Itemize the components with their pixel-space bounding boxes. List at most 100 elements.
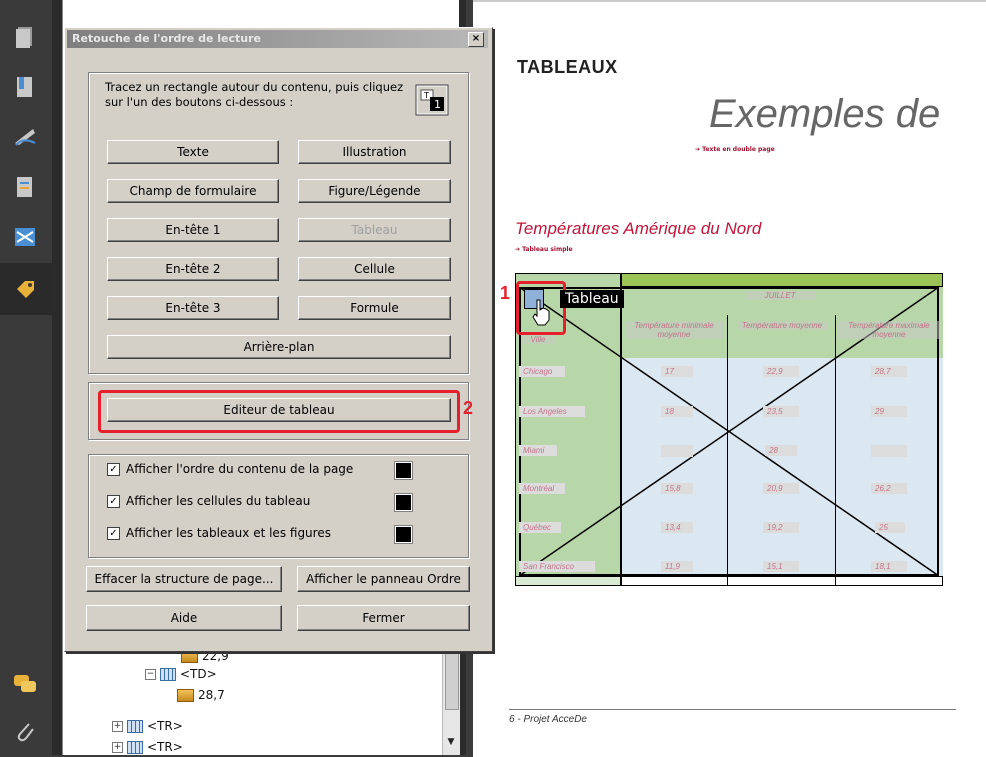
footer-cell (515, 576, 621, 586)
content-icon[interactable] (12, 174, 38, 200)
tree-item[interactable]: − <TD> (145, 665, 217, 683)
order-icon[interactable] (12, 224, 38, 250)
temperature-table[interactable]: JUILLET Température minimale moyenne Tem… (515, 273, 943, 586)
instructions-text: Tracez un rectangle autour du contenu, p… (105, 80, 404, 109)
tags-icon[interactable] (12, 276, 38, 302)
tooltip: Tableau (560, 290, 624, 308)
table-cell-icon (160, 667, 176, 681)
attachment-clip-icon[interactable] (12, 718, 38, 744)
content-order-color-swatch[interactable] (394, 461, 413, 480)
cell-value: 29 (871, 406, 907, 417)
row-city: Miami (519, 445, 557, 456)
scrollbar-thumb[interactable] (445, 648, 459, 710)
cell-value (661, 445, 693, 457)
expand-icon[interactable]: + (112, 741, 123, 753)
reading-order-dialog: Retouche de l'ordre de lecture × Tracez … (64, 27, 493, 652)
show-content-order-option[interactable]: ✓ Afficher l'ordre du contenu de la page (107, 462, 353, 476)
background-button[interactable]: Arrière-plan (107, 335, 451, 359)
marker-2: 2 (463, 398, 474, 418)
corner-header: Ville (521, 335, 555, 344)
svg-text:1: 1 (434, 98, 441, 111)
tree-item[interactable]: + <TR> (112, 738, 183, 756)
checkbox[interactable]: ✓ (107, 526, 120, 540)
double-page-link[interactable]: ➔ Texte en double page (695, 146, 775, 153)
cell-button[interactable]: Cellule (298, 257, 451, 281)
tree-item[interactable]: 28,7 (177, 686, 225, 704)
footer-rule (509, 709, 956, 710)
cell-value: 28 (765, 445, 797, 456)
tree-item-label: <TR> (147, 740, 183, 754)
page-footer: 6 - Projet AcceDe (509, 714, 587, 725)
tables-figures-color-swatch[interactable] (394, 525, 413, 544)
cell-value: 15,8 (661, 483, 693, 494)
cell-value: 25 (875, 522, 905, 533)
checkbox[interactable]: ✓ (107, 462, 120, 476)
checkbox[interactable]: ✓ (107, 494, 120, 508)
clear-page-structure-button[interactable]: Effacer la structure de page... (86, 566, 282, 592)
section-title: Températures Amérique du Nord (515, 219, 762, 238)
collapse-icon[interactable]: − (145, 668, 156, 680)
pages-icon[interactable] (12, 24, 38, 50)
col-header-max: Température maximale moyenne (838, 321, 940, 339)
cell-value: 23,5 (763, 406, 799, 417)
signatures-icon[interactable] (12, 124, 38, 150)
form-field-button[interactable]: Champ de formulaire (107, 179, 279, 203)
row-city: San Francisco (519, 561, 595, 572)
tree-item[interactable]: + <TR> (112, 717, 183, 735)
page-heading: TABLEAUX (517, 57, 618, 77)
expand-icon[interactable]: + (112, 720, 123, 732)
header-band (621, 273, 943, 287)
tree-item-label: <TR> (147, 719, 183, 733)
table-cells-color-swatch[interactable] (394, 493, 413, 512)
formula-button[interactable]: Formule (298, 296, 451, 320)
table-row-icon (127, 719, 143, 733)
dialog-titlebar[interactable]: Retouche de l'ordre de lecture × (67, 30, 488, 48)
bookmarks-icon[interactable] (12, 74, 38, 100)
heading1-button[interactable]: En-tête 1 (107, 218, 279, 242)
help-button[interactable]: Aide (86, 605, 282, 631)
cell-value: 18,1 (871, 561, 907, 572)
illustration-button[interactable]: Illustration (298, 140, 451, 164)
marker-1: 1 (500, 283, 511, 303)
close-icon[interactable]: × (468, 32, 484, 47)
reading-order-tool-icon[interactable]: T 1 (415, 84, 449, 116)
simple-table-link[interactable]: ➔ Tableau simple (515, 246, 573, 253)
document-page: TABLEAUX Exemples de ➔ Texte en double p… (473, 0, 986, 757)
tree-item-label: <TD> (180, 667, 217, 681)
figure-caption-button[interactable]: Figure/Légende (298, 179, 451, 203)
content-item-icon (177, 688, 194, 702)
cell-value: 17 (661, 366, 693, 377)
cell-value: 28,7 (871, 366, 907, 377)
col-header-min: Température minimale moyenne (625, 321, 723, 339)
scroll-down-icon[interactable]: ▼ (445, 737, 457, 751)
row-city: Montréal (519, 483, 565, 494)
cell-value: 22,9 (763, 366, 799, 377)
cell-value: 26,2 (871, 483, 907, 494)
texte-button[interactable]: Texte (107, 140, 279, 164)
cell-value: 15,1 (763, 561, 799, 572)
table-button[interactable]: Tableau (298, 218, 451, 242)
page-title: Exemples de (709, 92, 941, 136)
heading2-button[interactable]: En-tête 2 (107, 257, 279, 281)
show-tables-figures-option[interactable]: ✓ Afficher les tableaux et les figures (107, 526, 331, 540)
tree-scrollbar[interactable]: ▼ (442, 640, 460, 755)
svg-text:T: T (423, 91, 429, 100)
checkbox-label: Afficher l'ordre du contenu de la page (126, 462, 354, 476)
show-order-panel-button[interactable]: Afficher le panneau Ordre (297, 566, 470, 592)
comments-icon[interactable] (12, 671, 38, 697)
footer-band (621, 576, 943, 586)
group-header: JUILLET (745, 291, 815, 300)
cell-value: 11,9 (661, 561, 693, 572)
heading3-button[interactable]: En-tête 3 (107, 296, 279, 320)
dialog-title: Retouche de l'ordre de lecture (72, 32, 261, 45)
checkbox-label: Afficher les tableaux et les figures (126, 526, 331, 540)
highlight-2 (98, 390, 460, 433)
close-button[interactable]: Fermer (297, 605, 470, 631)
checkbox-label: Afficher les cellules du tableau (126, 494, 311, 508)
row-city: Québec (519, 522, 561, 533)
navigation-rail (0, 0, 53, 755)
cell-value: 19,2 (763, 522, 799, 533)
cell-value: 13,4 (661, 522, 693, 533)
show-table-cells-option[interactable]: ✓ Afficher les cellules du tableau (107, 494, 310, 508)
col-header-avg: Température moyenne (737, 321, 827, 330)
